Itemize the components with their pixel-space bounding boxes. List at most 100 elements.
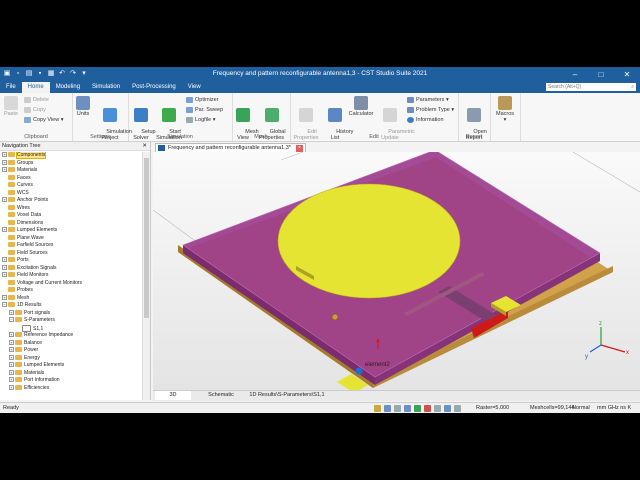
close-button[interactable]: ✕ xyxy=(614,67,640,82)
expand-toggle-icon[interactable]: + xyxy=(2,197,7,203)
tree-item[interactable]: + Materials xyxy=(0,370,142,378)
search-input[interactable]: Search (Alt+Q) ⌕ xyxy=(546,83,636,91)
expand-toggle-icon[interactable]: − xyxy=(9,317,14,323)
expand-toggle-icon[interactable]: + xyxy=(2,152,7,158)
tree-item[interactable]: Voltage and Current Monitors xyxy=(0,280,142,288)
tree-item[interactable]: + Power xyxy=(0,347,142,355)
expand-toggle-icon[interactable]: + xyxy=(9,347,14,353)
expand-toggle-icon[interactable]: + xyxy=(2,227,7,233)
par-sweep-button[interactable]: Par. Sweep xyxy=(186,106,223,115)
tree-item[interactable]: + Components xyxy=(0,152,142,160)
tree-item-label: Plane Wave xyxy=(17,234,44,241)
calculator-button[interactable]: Calculator xyxy=(348,96,374,117)
expand-toggle-icon[interactable]: + xyxy=(2,272,7,278)
zoom-icon[interactable] xyxy=(404,405,411,412)
maximize-button[interactable]: □ xyxy=(588,67,614,82)
expand-toggle-icon[interactable]: + xyxy=(9,384,14,390)
axis-icon[interactable] xyxy=(434,405,441,412)
tree-item-label: Materials xyxy=(24,369,45,376)
delete-button[interactable]: Delete xyxy=(24,96,49,105)
wcs-icon[interactable] xyxy=(424,405,431,412)
tree-item[interactable]: − 1D Results xyxy=(0,302,142,310)
3d-viewport[interactable]: element2 z x y xyxy=(153,152,640,390)
render-icon[interactable] xyxy=(444,405,451,412)
tree-item[interactable]: + Energy xyxy=(0,355,142,363)
expand-toggle-icon[interactable]: + xyxy=(2,257,7,263)
tree-item[interactable]: + Efficiencies xyxy=(0,385,142,393)
tab-modeling[interactable]: Modeling xyxy=(50,82,86,93)
units-button[interactable]: Units xyxy=(74,96,92,117)
folder-icon xyxy=(8,294,15,300)
tree-item[interactable]: Curves xyxy=(0,182,142,190)
tree-item[interactable]: WCS xyxy=(0,190,142,198)
tree-item[interactable]: Faces xyxy=(0,175,142,183)
copy-button[interactable]: Copy xyxy=(24,106,46,115)
tree-item[interactable]: S1,1 xyxy=(0,324,142,333)
tab-view[interactable]: View xyxy=(182,82,207,93)
tab-home[interactable]: Home xyxy=(21,82,50,93)
close-icon[interactable]: ✕ xyxy=(142,142,147,150)
tree-item-label: Dimensions xyxy=(17,219,44,226)
copy-view-button[interactable]: Copy View ▾ xyxy=(24,116,64,125)
tree-item[interactable]: + Mesh xyxy=(0,295,142,303)
tab-schematic[interactable]: Schematic xyxy=(197,391,245,400)
problem-type-button[interactable]: Problem Type ▾ xyxy=(407,106,454,115)
expand-toggle-icon[interactable]: + xyxy=(2,294,7,300)
minimize-button[interactable]: – xyxy=(562,67,588,82)
tree-item[interactable]: + Port Information xyxy=(0,377,142,385)
tree-item[interactable]: + Lumped Elements xyxy=(0,227,142,235)
tab-simulation[interactable]: Simulation xyxy=(86,82,126,93)
expand-toggle-icon[interactable]: + xyxy=(2,159,7,165)
tree-item[interactable]: + Groups xyxy=(0,160,142,168)
pick-icon[interactable] xyxy=(374,405,381,412)
tab-1d-results-s11[interactable]: 1D Results\S-Parameters\S1,1 xyxy=(249,391,325,400)
tree-item[interactable]: + Materials xyxy=(0,167,142,175)
parameters-button[interactable]: Parameters ▾ xyxy=(407,96,449,105)
diode-marker xyxy=(331,313,339,321)
setup-solver-icon xyxy=(134,108,148,122)
tree-scrollbar[interactable] xyxy=(142,152,150,400)
tab-3d[interactable]: 3D xyxy=(155,391,191,400)
close-tab-icon[interactable]: × xyxy=(295,145,303,152)
expand-toggle-icon[interactable]: + xyxy=(9,377,14,383)
tree-item[interactable]: Voxel Data xyxy=(0,212,142,220)
tree-item[interactable]: − S-Parameters xyxy=(0,317,142,325)
tree-item[interactable]: + Excitation Signals xyxy=(0,265,142,273)
tree-item[interactable]: + Ports xyxy=(0,257,142,265)
expand-toggle-icon[interactable]: + xyxy=(9,339,14,345)
view-icon[interactable] xyxy=(384,405,391,412)
tree-item[interactable]: Probes xyxy=(0,287,142,295)
tree-item[interactable]: Farfield Sources xyxy=(0,242,142,250)
expand-toggle-icon[interactable]: + xyxy=(9,332,14,338)
tree-item[interactable]: + Balance xyxy=(0,340,142,348)
tree-item[interactable]: Field Sources xyxy=(0,250,142,258)
tab-post-processing[interactable]: Post-Processing xyxy=(126,82,182,93)
expand-toggle-icon[interactable]: + xyxy=(9,362,14,368)
tree-item[interactable]: + Port signals xyxy=(0,310,142,318)
tree-scrollbar-thumb[interactable] xyxy=(144,158,149,318)
status-text: Ready xyxy=(3,405,19,411)
paste-button[interactable]: Paste xyxy=(3,96,19,117)
expand-toggle-icon[interactable]: + xyxy=(9,369,14,375)
tab-file[interactable]: File xyxy=(0,82,22,93)
tree-item[interactable]: Wires xyxy=(0,205,142,213)
mesh-icon[interactable] xyxy=(394,405,401,412)
shade-icon[interactable] xyxy=(454,405,461,412)
tree-item[interactable]: + Field Monitors xyxy=(0,272,142,280)
expand-toggle-icon[interactable]: − xyxy=(2,302,7,308)
tree-item[interactable]: + Lumped Elements xyxy=(0,362,142,370)
information-button[interactable]: Information xyxy=(407,116,444,125)
tree-item[interactable]: Plane Wave xyxy=(0,235,142,243)
ribbon: Paste Delete Copy Copy View ▾ Clipboard … xyxy=(0,93,640,142)
tree-item[interactable]: Dimensions xyxy=(0,220,142,228)
macros-button[interactable]: Macros ▾ xyxy=(492,96,518,123)
optimizer-button[interactable]: Optimizer xyxy=(186,96,219,105)
expand-toggle-icon[interactable]: + xyxy=(2,167,7,173)
tree-item[interactable]: + Anchor Points xyxy=(0,197,142,205)
expand-toggle-icon[interactable]: + xyxy=(9,354,14,360)
expand-toggle-icon[interactable]: + xyxy=(2,264,7,270)
logfile-button[interactable]: Logfile ▾ xyxy=(186,116,216,125)
grid-icon[interactable] xyxy=(414,405,421,412)
expand-toggle-icon[interactable]: + xyxy=(9,309,14,315)
tree-item[interactable]: + Reference Impedance xyxy=(0,332,142,340)
